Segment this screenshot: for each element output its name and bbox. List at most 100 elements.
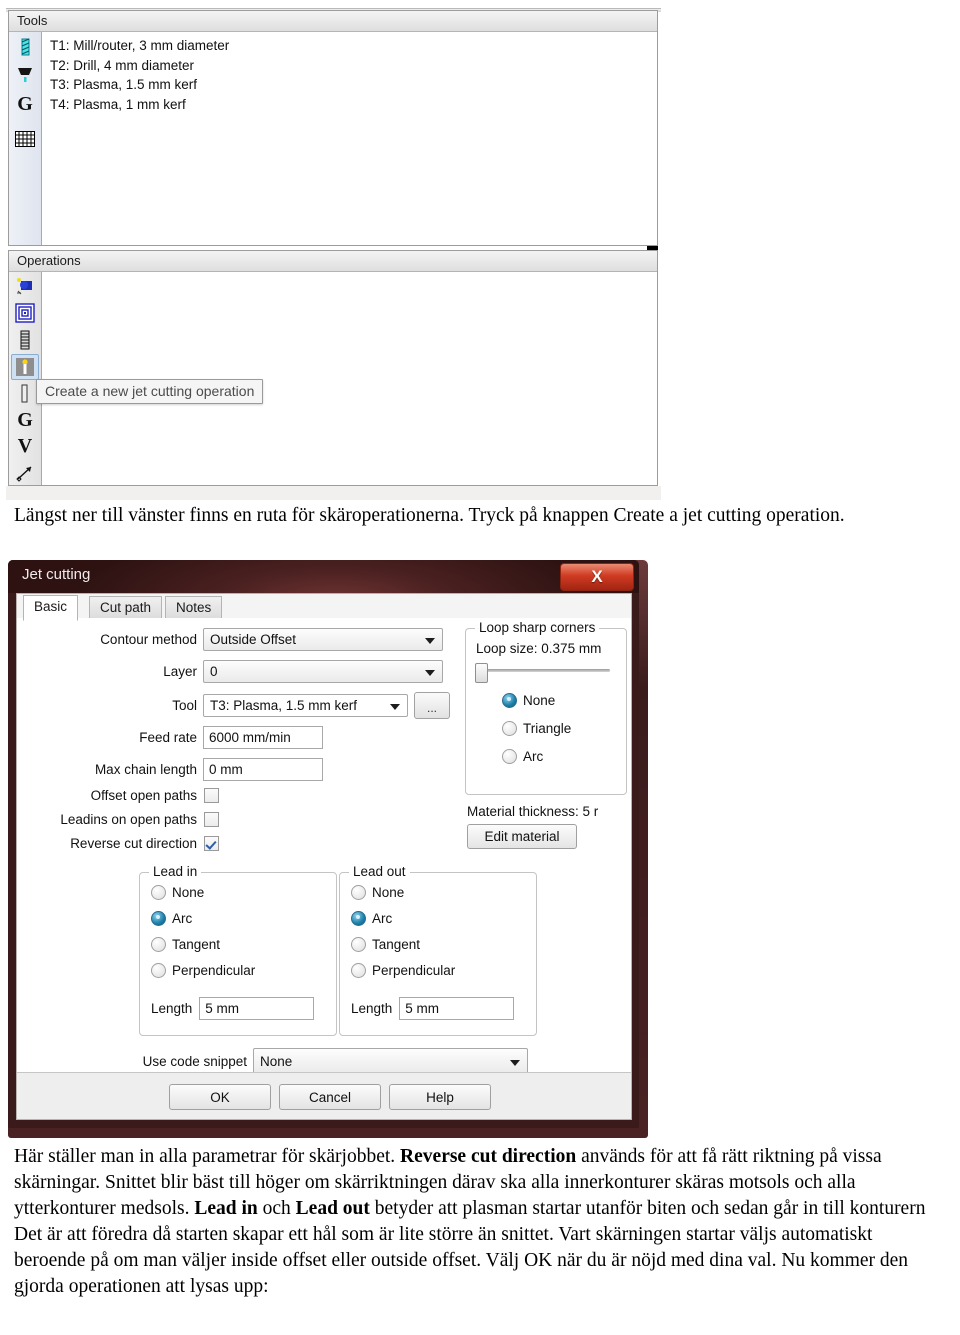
- code-snippet-value: None: [260, 1054, 293, 1069]
- lead-in-option-perpendicular[interactable]: Perpendicular: [151, 963, 255, 978]
- tool-select[interactable]: T3: Plasma, 1.5 mm kerf: [203, 694, 408, 717]
- lead-in-option-arc-label: Arc: [172, 911, 193, 926]
- caption-bottom-bold-leadout: Lead out: [295, 1198, 370, 1219]
- tools-icon-toolbar[interactable]: G: [9, 32, 42, 245]
- lead-out-length-input[interactable]: 5 mm: [399, 997, 515, 1020]
- radio-icon[interactable]: [502, 693, 517, 708]
- dialog-titlebar[interactable]: Jet cutting X: [8, 560, 639, 593]
- contour-method-label: Contour method: [100, 632, 197, 647]
- tool-browse-button[interactable]: ...: [414, 692, 450, 719]
- g-letter-icon[interactable]: G: [12, 91, 38, 117]
- caption-bottom-part3: och: [257, 1198, 296, 1219]
- operations-tooltip: Create a new jet cutting operation: [36, 379, 264, 404]
- feed-rate-label: Feed rate: [139, 730, 197, 745]
- reverse-cut-direction-checkbox[interactable]: [204, 836, 219, 851]
- lead-in-group: Lead in None Arc Tangent Perpendicular L…: [139, 864, 337, 1036]
- tab-cut-path[interactable]: Cut path: [89, 596, 163, 619]
- caption-bottom: Här ställer man in alla parametrar för s…: [14, 1144, 946, 1300]
- max-chain-length-row: Max chain length 0 mm: [17, 758, 447, 781]
- lead-out-title: Lead out: [349, 864, 410, 879]
- tab-basic[interactable]: Basic: [23, 595, 79, 621]
- lead-in-option-tangent[interactable]: Tangent: [151, 937, 255, 952]
- engrave-icon[interactable]: [12, 382, 38, 406]
- loop-option-none[interactable]: None: [502, 693, 571, 708]
- radio-icon[interactable]: [351, 963, 366, 978]
- chevron-down-icon: [425, 670, 435, 676]
- jet-cutting-icon[interactable]: [11, 353, 39, 380]
- leadins-open-paths-checkbox[interactable]: [204, 812, 219, 827]
- lead-out-option-perpendicular[interactable]: Perpendicular: [351, 963, 455, 978]
- reverse-cut-direction-row: Reverse cut direction: [17, 836, 447, 851]
- loop-size-label: Loop size: 0.375 mm: [476, 641, 602, 656]
- radio-icon[interactable]: [502, 749, 517, 764]
- application-screenshot-top: Tools G T1: Mill/router, 3 mm diameter T…: [0, 0, 672, 500]
- loop-sharp-corners-title: Loop sharp corners: [475, 620, 600, 635]
- lead-out-option-none-label: None: [372, 885, 405, 900]
- list-item[interactable]: T1: Mill/router, 3 mm diameter: [50, 36, 657, 56]
- loop-option-triangle[interactable]: Triangle: [502, 721, 571, 736]
- tool-value: T3: Plasma, 1.5 mm kerf: [210, 698, 358, 713]
- lead-out-option-arc[interactable]: Arc: [351, 911, 455, 926]
- tool-row: Tool T3: Plasma, 1.5 mm kerf ...: [17, 692, 487, 719]
- layer-value: 0: [210, 664, 218, 679]
- lead-out-group: Lead out None Arc Tangent Perpendicular …: [339, 864, 537, 1036]
- caption-bottom-bold-leadin: Lead in: [194, 1198, 258, 1219]
- max-chain-length-input[interactable]: 0 mm: [203, 758, 323, 781]
- radio-icon[interactable]: [351, 937, 366, 952]
- layer-label: Layer: [163, 664, 197, 679]
- dialog-tabs[interactable]: Basic Cut path Notes: [17, 594, 631, 621]
- offset-open-paths-checkbox[interactable]: [204, 788, 219, 803]
- list-item[interactable]: T4: Plasma, 1 mm kerf: [50, 95, 657, 115]
- profile-spiral-icon[interactable]: [12, 301, 38, 325]
- feed-rate-input[interactable]: 6000 mm/min: [203, 726, 323, 749]
- tab-notes[interactable]: Notes: [165, 596, 223, 619]
- caption-bottom-bold-reverse: Reverse cut direction: [400, 1146, 577, 1167]
- lead-out-option-perpendicular-label: Perpendicular: [372, 963, 456, 978]
- slider-handle[interactable]: [475, 663, 488, 683]
- chevron-down-icon: [390, 704, 400, 710]
- edit-material-button[interactable]: Edit material: [467, 824, 577, 849]
- code-snippet-select[interactable]: None: [253, 1048, 528, 1075]
- drill-holes-icon[interactable]: [12, 328, 38, 352]
- radio-icon[interactable]: [502, 721, 517, 736]
- help-button[interactable]: Help: [389, 1084, 491, 1110]
- tab-page-basic: Contour method Outside Offset Layer 0 To…: [17, 618, 631, 1075]
- offset-open-paths-label: Offset open paths: [90, 788, 197, 803]
- contour-method-select[interactable]: Outside Offset: [203, 628, 443, 651]
- lead-in-option-none-label: None: [172, 885, 205, 900]
- radio-icon[interactable]: [151, 911, 166, 926]
- radio-icon[interactable]: [151, 885, 166, 900]
- arrow-diagonal-icon[interactable]: [12, 461, 38, 485]
- lead-out-option-tangent[interactable]: Tangent: [351, 937, 455, 952]
- radio-icon[interactable]: [151, 937, 166, 952]
- reverse-cut-direction-label: Reverse cut direction: [70, 836, 197, 851]
- loop-sharp-corners-group: Loop sharp corners Loop size: 0.375 mm N…: [465, 620, 627, 795]
- tools-panel-title: Tools: [9, 11, 657, 32]
- lead-in-length-label: Length: [151, 1001, 193, 1016]
- list-item[interactable]: T2: Drill, 4 mm diameter: [50, 56, 657, 76]
- layer-select[interactable]: 0: [203, 660, 443, 683]
- v-letter-icon[interactable]: V: [12, 435, 38, 459]
- cancel-button[interactable]: Cancel: [279, 1084, 381, 1110]
- caption-bottom-part1: Här ställer man in alla parametrar för s…: [14, 1146, 401, 1167]
- drill-icon[interactable]: [12, 63, 38, 89]
- radio-icon[interactable]: [151, 963, 166, 978]
- mill-router-icon[interactable]: [12, 35, 38, 61]
- lead-out-option-none[interactable]: None: [351, 885, 455, 900]
- lead-in-length-input[interactable]: 5 mm: [199, 997, 315, 1020]
- radio-icon[interactable]: [351, 911, 366, 926]
- layer-row: Layer 0: [17, 660, 447, 683]
- g-letter-icon[interactable]: G: [12, 408, 38, 432]
- ok-button[interactable]: OK: [169, 1084, 271, 1110]
- pocket-icon[interactable]: [12, 275, 38, 299]
- lead-in-option-arc[interactable]: Arc: [151, 911, 255, 926]
- close-icon[interactable]: X: [560, 563, 634, 591]
- loop-option-arc[interactable]: Arc: [502, 749, 571, 764]
- table-grid-icon[interactable]: [12, 126, 38, 152]
- radio-icon[interactable]: [351, 885, 366, 900]
- loop-size-slider[interactable]: [474, 663, 614, 683]
- tools-list[interactable]: T1: Mill/router, 3 mm diameter T2: Drill…: [42, 32, 657, 245]
- lead-in-option-none[interactable]: None: [151, 885, 255, 900]
- list-item[interactable]: T3: Plasma, 1.5 mm kerf: [50, 75, 657, 95]
- leadins-open-paths-label: Leadins on open paths: [60, 812, 197, 827]
